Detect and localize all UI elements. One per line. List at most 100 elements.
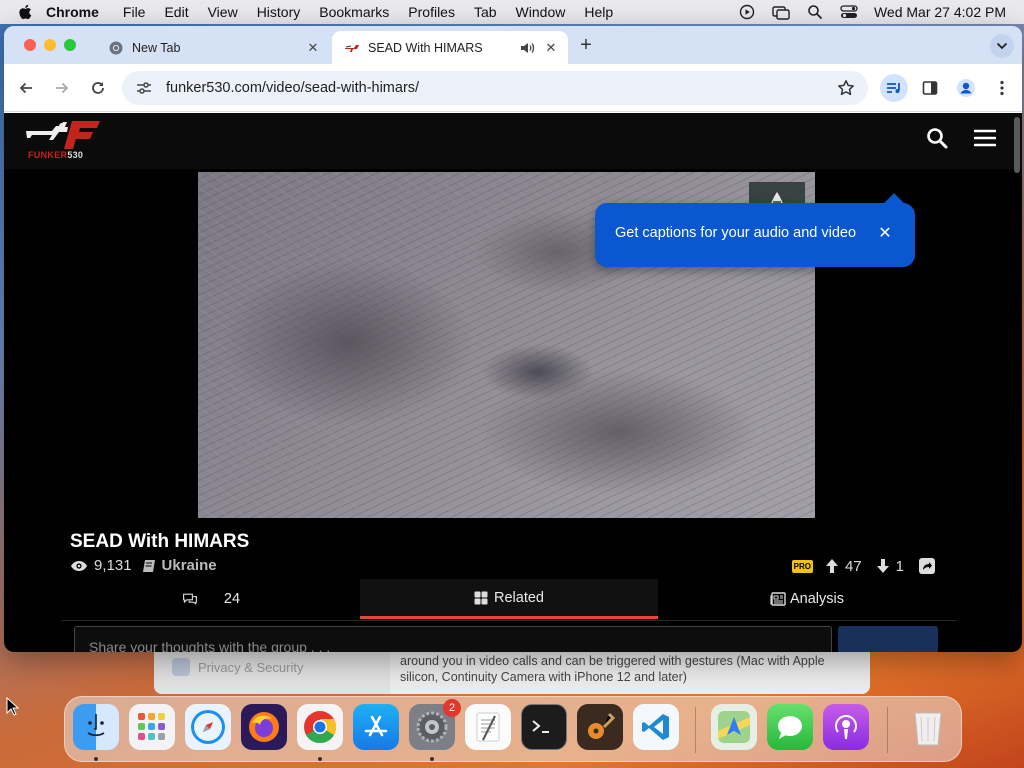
profile-avatar-icon[interactable] xyxy=(954,76,978,100)
menu-edit[interactable]: Edit xyxy=(164,4,188,20)
dock-terminal-icon[interactable] xyxy=(521,704,567,750)
tab-search-button[interactable] xyxy=(990,34,1014,58)
dock-messages-icon[interactable] xyxy=(767,704,813,750)
dock-textedit-icon[interactable] xyxy=(465,704,511,750)
menu-bookmarks[interactable]: Bookmarks xyxy=(319,4,389,20)
zoom-window-button[interactable] xyxy=(64,39,76,51)
comment-count: 24 xyxy=(223,591,241,607)
apple-icon[interactable] xyxy=(18,4,34,20)
downvote-icon[interactable] xyxy=(876,558,892,574)
site-info-icon[interactable] xyxy=(136,79,154,97)
close-tab-icon[interactable]: ✕ xyxy=(304,39,322,57)
side-panel-icon[interactable] xyxy=(918,76,942,100)
mouse-cursor-icon xyxy=(6,697,20,716)
close-tooltip-icon[interactable]: ✕ xyxy=(877,225,893,242)
comment-submit-button[interactable] xyxy=(838,626,938,652)
menu-window[interactable]: Window xyxy=(516,4,566,20)
back-button[interactable] xyxy=(14,76,38,100)
chrome-favicon-icon xyxy=(108,40,124,56)
comment-input[interactable]: Share your thoughts with the group . . . xyxy=(74,626,832,652)
url-text[interactable]: funker530.com/video/sead-with-himars/ xyxy=(166,80,836,96)
dock-firefox-icon[interactable] xyxy=(241,704,287,750)
chrome-menu-icon[interactable] xyxy=(990,76,1014,100)
settings-description: around you in video calls and can be tri… xyxy=(400,654,825,684)
dock-app-store-icon[interactable] xyxy=(353,704,399,750)
grid-icon xyxy=(474,590,490,606)
menu-view[interactable]: View xyxy=(208,4,238,20)
window-controls xyxy=(24,39,84,51)
tab-analysis[interactable]: Analysis xyxy=(658,579,956,619)
site-menu-icon[interactable] xyxy=(973,129,998,151)
audio-playing-icon[interactable] xyxy=(518,39,536,57)
menu-tab[interactable]: Tab xyxy=(474,4,497,20)
tab-sead-with-himars[interactable]: SEAD With HIMARS ✕ xyxy=(332,31,568,64)
newspaper-icon xyxy=(770,591,786,607)
dock-vscode-icon[interactable] xyxy=(633,704,679,750)
menu-app-name[interactable]: Chrome xyxy=(46,4,99,20)
funker530-logo[interactable]: FUNKER530 xyxy=(22,117,106,161)
category-link[interactable]: Ukraine xyxy=(142,557,217,574)
spotlight-search-icon[interactable] xyxy=(806,3,824,21)
sidebar-item-privacy-security[interactable]: Privacy & Security xyxy=(172,658,303,676)
video-stats: PRO 47 1 xyxy=(791,557,936,575)
dock-chrome-icon[interactable] xyxy=(297,704,343,750)
close-window-button[interactable] xyxy=(24,39,36,51)
menu-profiles[interactable]: Profiles xyxy=(408,4,455,20)
sidebar-item-label: Privacy & Security xyxy=(198,659,304,675)
background-settings-window: Privacy & Security around you in video c… xyxy=(154,648,870,694)
menu-clock[interactable]: Wed Mar 27 4:02 PM xyxy=(874,4,1006,20)
pro-badge: PRO xyxy=(791,559,813,573)
site-search-icon[interactable] xyxy=(926,127,950,151)
close-tab-icon[interactable]: ✕ xyxy=(542,39,560,57)
tab-title: SEAD With HIMARS xyxy=(368,40,483,55)
menu-history[interactable]: History xyxy=(257,4,301,20)
dock-system-settings-icon[interactable]: 2 xyxy=(409,699,461,750)
new-tab-button[interactable]: + xyxy=(576,35,596,56)
tab-related[interactable]: Related xyxy=(360,579,658,619)
running-indicator xyxy=(94,757,98,761)
funker-favicon-icon xyxy=(344,40,360,56)
reload-button[interactable] xyxy=(86,76,110,100)
live-caption-tooltip: Get captions for your audio and video ✕ xyxy=(595,203,915,267)
dock-finder-icon[interactable] xyxy=(73,704,119,750)
dock-maps-icon[interactable] xyxy=(711,704,757,750)
dock: 2 xyxy=(64,696,962,762)
menu-help[interactable]: Help xyxy=(584,4,613,20)
tab-strip: New Tab ✕ SEAD With HIMARS ✕ + xyxy=(4,26,1022,64)
tab-comments[interactable]: 24 xyxy=(62,579,360,619)
page-scrollbar[interactable] xyxy=(1014,117,1020,173)
book-icon xyxy=(142,559,158,573)
browser-window: New Tab ✕ SEAD With HIMARS ✕ + funker530… xyxy=(4,26,1022,652)
view-count: 9,131 xyxy=(94,557,132,574)
upvote-icon[interactable] xyxy=(825,558,841,574)
tab-new-tab[interactable]: New Tab ✕ xyxy=(96,31,330,64)
running-indicator xyxy=(318,757,322,761)
menu-bar: Chrome File Edit View History Bookmarks … xyxy=(0,0,1024,24)
control-center-icon[interactable] xyxy=(840,3,858,21)
minimize-window-button[interactable] xyxy=(44,39,56,51)
live-caption-icon[interactable] xyxy=(880,74,908,102)
share-icon[interactable] xyxy=(918,557,936,575)
dock-garageband-icon[interactable] xyxy=(577,704,623,750)
page-tabs: 24 Related Analysis xyxy=(62,579,956,619)
comments-icon xyxy=(182,591,198,607)
play-status-icon[interactable] xyxy=(738,3,756,21)
dock-launchpad-icon[interactable] xyxy=(129,704,175,750)
menu-file[interactable]: File xyxy=(123,4,146,20)
video-meta: 9,131 Ukraine xyxy=(70,557,217,574)
dock-trash-icon[interactable] xyxy=(905,704,951,750)
running-indicator xyxy=(430,757,434,761)
notification-badge: 2 xyxy=(443,699,461,717)
site-header: FUNKER530 xyxy=(4,113,1022,173)
forward-button[interactable] xyxy=(50,76,74,100)
bookmark-star-icon[interactable] xyxy=(836,78,856,98)
tab-related-label: Related xyxy=(494,589,544,606)
hand-icon xyxy=(172,658,190,676)
web-page: FUNKER530 SEAD With HIMARS 9,131 Ukraine… xyxy=(4,113,1022,652)
dock-safari-icon[interactable] xyxy=(185,704,231,750)
tabs-divider xyxy=(62,620,956,621)
screen-mirroring-icon[interactable] xyxy=(772,3,790,21)
address-bar[interactable]: funker530.com/video/sead-with-himars/ xyxy=(122,71,868,105)
dock-podcasts-icon[interactable] xyxy=(823,704,869,750)
downvote-count: 1 xyxy=(895,557,904,575)
